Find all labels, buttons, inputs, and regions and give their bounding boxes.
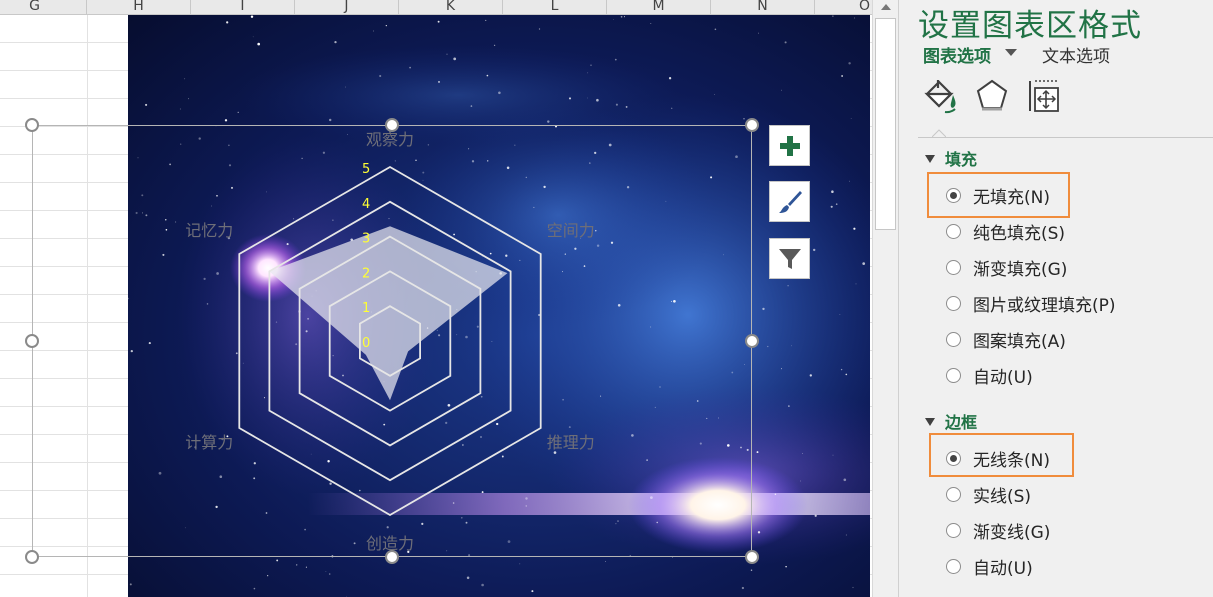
radio-button[interactable]: [946, 486, 961, 502]
format-chart-area-pane: 设置图表区格式 图表选项 文本选项 填充 无填充(N) 纯色填充(S) 渐变填充…: [898, 0, 1213, 597]
border-option-no-line[interactable]: 无线条(N): [946, 447, 1050, 471]
selected-tab-pointer: [932, 129, 946, 138]
filter-icon: [778, 248, 801, 269]
resize-handle-bottom-right[interactable]: [745, 550, 759, 564]
resize-handle-left[interactable]: [25, 334, 39, 348]
chart-filters-button[interactable]: [769, 238, 810, 279]
scroll-thumb[interactable]: [875, 18, 896, 230]
vertical-scrollbar[interactable]: [872, 0, 898, 597]
column-header-h[interactable]: H: [87, 0, 191, 14]
radio-button[interactable]: [946, 223, 961, 239]
collapse-triangle-icon: [925, 417, 935, 426]
chevron-down-icon[interactable]: [1005, 49, 1017, 56]
column-header-m[interactable]: M: [607, 0, 711, 14]
fill-section-header[interactable]: 填充: [925, 146, 977, 170]
chart-area-selection-frame[interactable]: [32, 125, 752, 557]
radio-button[interactable]: [946, 367, 961, 383]
resize-handle-top-left[interactable]: [25, 118, 39, 132]
scroll-up-button[interactable]: [873, 0, 898, 14]
column-headers: G H I J K L M N O: [0, 0, 872, 15]
chart-elements-button[interactable]: [769, 125, 810, 166]
fill-option-no-fill[interactable]: 无填充(N): [946, 184, 1050, 208]
fill-section-label: 填充: [945, 150, 978, 169]
tab-chart-options[interactable]: 图表选项: [923, 42, 991, 67]
effects-icon[interactable]: [975, 78, 1009, 114]
tab-text-options[interactable]: 文本选项: [1042, 42, 1110, 67]
border-option-gradient[interactable]: 渐变线(G): [946, 519, 1050, 543]
radio-button[interactable]: [946, 187, 961, 203]
chevron-up-icon: [880, 4, 891, 10]
column-header-o[interactable]: O: [815, 0, 872, 14]
column-header-k[interactable]: K: [399, 0, 503, 14]
resize-handle-top[interactable]: [385, 118, 399, 132]
radio-button[interactable]: [946, 295, 961, 311]
fill-line-icon[interactable]: [921, 78, 959, 116]
fill-option-pattern[interactable]: 图案填充(A): [946, 328, 1066, 352]
fill-option-automatic[interactable]: 自动(U): [946, 364, 1033, 388]
pane-divider: [918, 137, 1213, 138]
column-header-g[interactable]: G: [0, 0, 87, 14]
brush-icon: [778, 190, 802, 213]
chart-styles-button[interactable]: [769, 181, 810, 222]
radio-button[interactable]: [946, 558, 961, 574]
border-section-label: 边框: [945, 413, 978, 432]
radio-button[interactable]: [946, 259, 961, 275]
pane-title: 设置图表区格式: [918, 8, 1142, 44]
column-header-j[interactable]: J: [295, 0, 399, 14]
fill-option-gradient[interactable]: 渐变填充(G): [946, 256, 1067, 280]
fill-option-picture-texture[interactable]: 图片或纹理填充(P): [946, 292, 1116, 316]
border-option-automatic[interactable]: 自动(U): [946, 555, 1033, 579]
plus-icon: [779, 135, 800, 156]
resize-handle-bottom[interactable]: [385, 550, 399, 564]
border-option-solid[interactable]: 实线(S): [946, 483, 1031, 507]
column-header-n[interactable]: N: [711, 0, 815, 14]
resize-handle-bottom-left[interactable]: [25, 550, 39, 564]
collapse-triangle-icon: [925, 154, 935, 163]
size-properties-icon[interactable]: [1027, 78, 1061, 114]
radio-button[interactable]: [946, 450, 961, 466]
radio-button[interactable]: [946, 331, 961, 347]
worksheet[interactable]: G H I J K L M N O 0 1 2 3 4 5 观察力 空间力 推理…: [0, 0, 872, 597]
radio-button[interactable]: [946, 522, 961, 538]
column-header-l[interactable]: L: [503, 0, 607, 14]
resize-handle-right[interactable]: [745, 334, 759, 348]
fill-option-solid[interactable]: 纯色填充(S): [946, 220, 1065, 244]
column-header-i[interactable]: I: [191, 0, 295, 14]
border-section-header[interactable]: 边框: [925, 409, 977, 433]
resize-handle-top-right[interactable]: [745, 118, 759, 132]
